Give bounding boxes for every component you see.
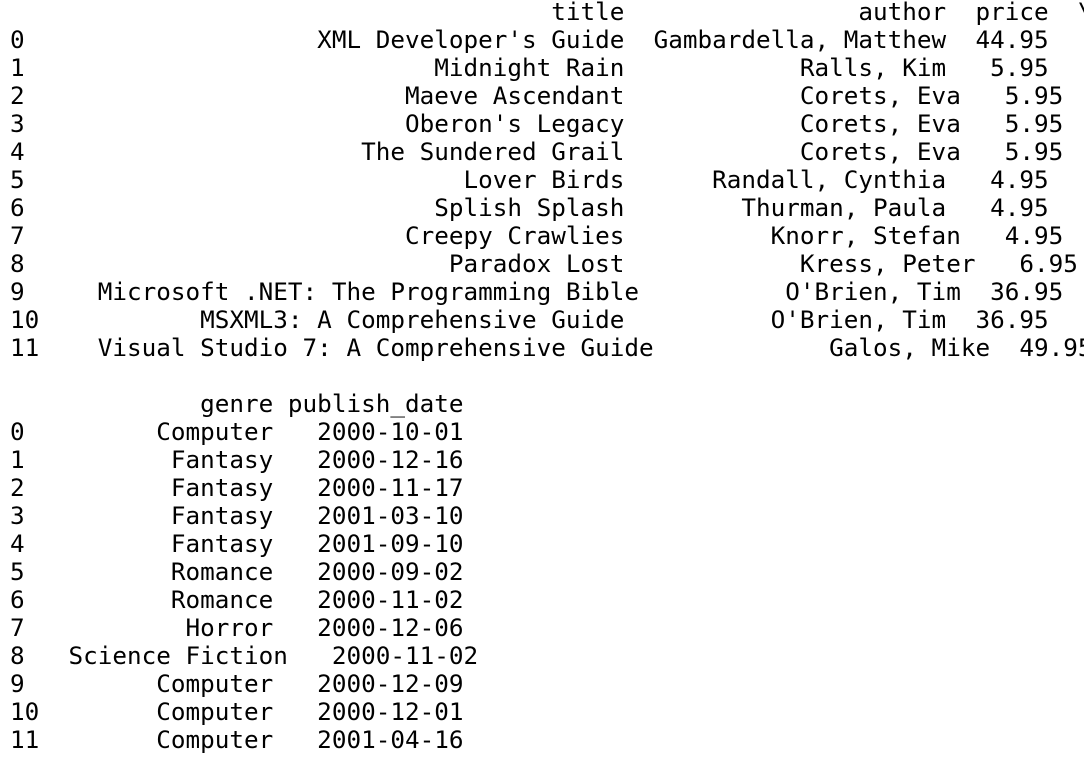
first-block-row-2: 2 Maeve Ascendant Corets, Eva 5.95 [10,81,1084,110]
first-block-row-9: 9 Microsoft .NET: The Programming Bible … [10,277,1084,306]
first-block-header: title author price \ [10,0,1084,26]
second-block-row-11: 11 Computer 2001-04-16 [10,725,464,754]
second-block-header: genre publish_date [10,389,464,418]
first-block-row-4: 4 The Sundered Grail Corets, Eva 5.95 [10,137,1084,166]
first-block-row-3: 3 Oberon's Legacy Corets, Eva 5.95 [10,109,1084,138]
second-block-row-0: 0 Computer 2000-10-01 [10,417,464,446]
first-block-row-5: 5 Lover Birds Randall, Cynthia 4.95 [10,165,1084,194]
first-block-row-10: 10 MSXML3: A Comprehensive Guide O'Brien… [10,305,1084,334]
first-block-row-8: 8 Paradox Lost Kress, Peter 6.95 [10,249,1084,278]
second-block-row-2: 2 Fantasy 2000-11-17 [10,473,464,502]
first-block-row-7: 7 Creepy Crawlies Knorr, Stefan 4.95 [10,221,1084,250]
second-block-row-10: 10 Computer 2000-12-01 [10,697,464,726]
second-block-row-5: 5 Romance 2000-09-02 [10,557,464,586]
second-block-row-4: 4 Fantasy 2001-09-10 [10,529,464,558]
terminal-output: title author price \ 0 XML Developer's Gu… [10,0,1084,754]
first-block-row-11: 11 Visual Studio 7: A Comprehensive Guid… [10,333,1084,362]
first-block-row-0: 0 XML Developer's Guide Gambardella, Mat… [10,25,1084,54]
second-block-row-6: 6 Romance 2000-11-02 [10,585,464,614]
first-block-row-1: 1 Midnight Rain Ralls, Kim 5.95 [10,53,1084,82]
second-block-row-7: 7 Horror 2000-12-06 [10,613,464,642]
second-block-row-9: 9 Computer 2000-12-09 [10,669,464,698]
second-block-row-1: 1 Fantasy 2000-12-16 [10,445,464,474]
second-block-row-3: 3 Fantasy 2001-03-10 [10,501,464,530]
second-block-row-8: 8 Science Fiction 2000-11-02 [10,641,479,670]
first-block-row-6: 6 Splish Splash Thurman, Paula 4.95 [10,193,1084,222]
